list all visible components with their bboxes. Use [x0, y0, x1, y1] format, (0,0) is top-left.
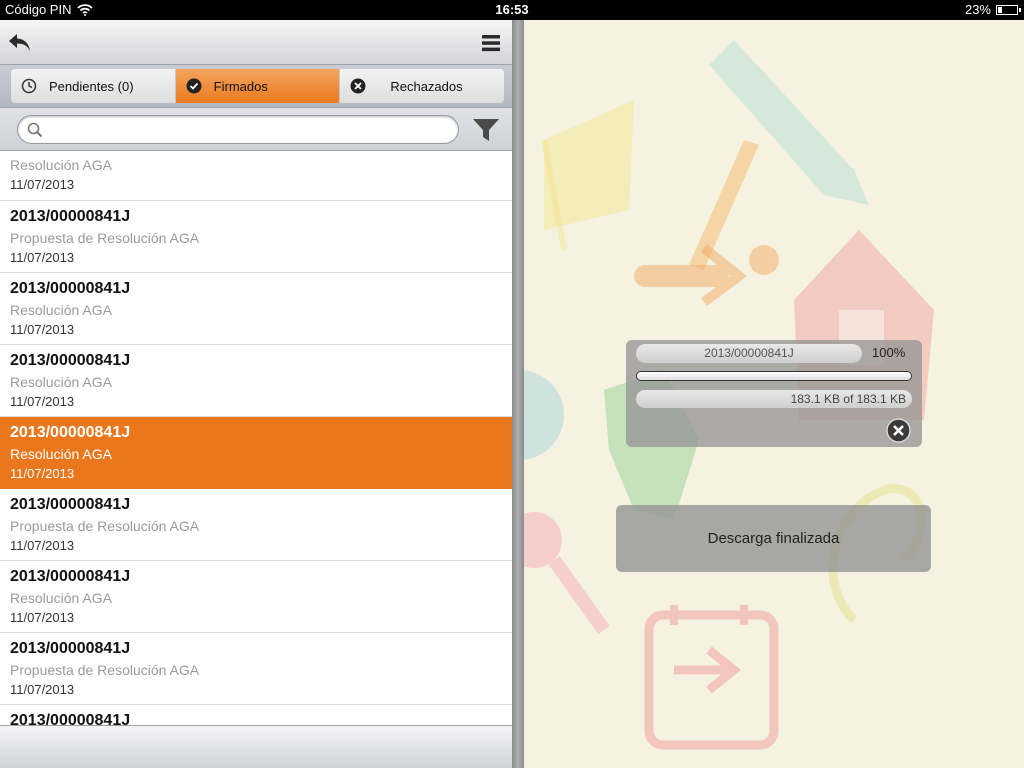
- document-date: 11/07/2013: [10, 466, 75, 481]
- document-title: 2013/00000841J: [10, 424, 131, 441]
- download-progress-fill: [637, 372, 911, 380]
- bottom-toolbar: [0, 725, 512, 768]
- battery-fill: [998, 6, 1003, 13]
- document-title: 2013/00000841J: [10, 712, 131, 725]
- document-date: 11/07/2013: [10, 682, 75, 697]
- document-type: Resolución AGA: [10, 302, 112, 318]
- search-icon: [27, 122, 43, 138]
- split-divider: [512, 20, 524, 768]
- tab-rechazados-label: Rechazados: [390, 78, 463, 94]
- filter-icon: [473, 119, 499, 141]
- battery-status: 23%: [964, 2, 1021, 17]
- download-progress-bar: [636, 371, 912, 381]
- document-type: Resolución AGA: [10, 157, 112, 173]
- menu-button[interactable]: [476, 28, 506, 58]
- document-title: 2013/00000841J: [10, 280, 131, 297]
- document-title: 2013/00000841J: [10, 496, 131, 513]
- tab-firmados[interactable]: Firmados: [174, 69, 340, 103]
- document-list-item[interactable]: 2013/00000841J Propuesta de Resolución AG…: [0, 201, 512, 273]
- document-title: 2013/00000841J: [10, 208, 131, 225]
- document-date: 11/07/2013: [10, 538, 75, 553]
- document-list-item[interactable]: 2013/00000841J Resolución AGA 11/07/2013: [0, 561, 512, 633]
- toast-message: Descarga finalizada: [707, 530, 840, 547]
- document-type: Propuesta de Resolución AGA: [10, 230, 200, 246]
- status-time: 16:53: [495, 2, 529, 17]
- document-date: 11/07/2013: [10, 322, 75, 337]
- document-list-item[interactable]: 2013/00000841J: [0, 705, 512, 725]
- check-circle-icon: [186, 78, 202, 94]
- download-close-button[interactable]: [886, 418, 911, 443]
- document-type: Propuesta de Resolución AGA: [10, 662, 200, 678]
- status-segment-bar: Pendientes (0) Firmados Rechazados: [0, 65, 512, 108]
- document-title: 2013/00000841J: [10, 640, 131, 657]
- document-list-item[interactable]: 2013/00000841J Resolución AGA 11/07/2013: [0, 417, 512, 489]
- download-size: 183.1 KB of 183.1 KB: [636, 390, 912, 408]
- tab-rechazados[interactable]: Rechazados: [339, 69, 504, 103]
- document-date: 11/07/2013: [10, 610, 75, 625]
- document-date: 11/07/2013: [10, 250, 75, 265]
- status-tabs: Pendientes (0) Firmados Rechazados: [11, 69, 504, 103]
- status-bar: Código PIN 16:53 23%: [0, 0, 1024, 20]
- document-type: Resolución AGA: [10, 374, 112, 390]
- download-complete-toast: Descarga finalizada: [616, 505, 931, 572]
- battery-percent: 23%: [964, 2, 991, 17]
- download-file-name: 2013/00000841J: [636, 344, 862, 363]
- clock-icon: [21, 78, 37, 94]
- document-type: Propuesta de Resolución AGA: [10, 518, 200, 534]
- document-list-item[interactable]: 2013/00000841J Resolución AGA 11/07/2013: [0, 273, 512, 345]
- document-list-item[interactable]: 2013/00000841J Propuesta de Resolución AG…: [0, 633, 512, 705]
- back-button[interactable]: [5, 28, 35, 58]
- download-progress-panel: 2013/00000841J 100% 183.1 KB of 183.1 KB: [626, 340, 922, 447]
- document-title: 2013/00000841J: [10, 352, 131, 369]
- x-circle-icon: [350, 78, 366, 94]
- search-bar: [0, 108, 512, 151]
- search-field[interactable]: [17, 115, 459, 144]
- detail-pane: 2013/00000841J 100% 183.1 KB of 183.1 KB…: [524, 20, 1024, 768]
- hamburger-menu-icon: [482, 35, 500, 52]
- document-list-pane: Pendientes (0) Firmados Rechazados Resol…: [0, 20, 512, 768]
- document-list-item[interactable]: 2013/00000841J Resolución AGA 11/07/2013: [0, 345, 512, 417]
- document-type: Resolución AGA: [10, 590, 112, 606]
- tab-pendientes[interactable]: Pendientes (0): [11, 69, 175, 103]
- tab-firmados-label: Firmados: [213, 78, 268, 94]
- document-type: Resolución AGA: [10, 446, 112, 462]
- document-date: 11/07/2013: [10, 177, 75, 192]
- document-date: 11/07/2013: [10, 394, 75, 409]
- document-title: 2013/00000841J: [10, 568, 131, 585]
- filter-button[interactable]: [472, 117, 500, 143]
- battery-icon: [996, 4, 1021, 15]
- search-input[interactable]: [50, 119, 450, 140]
- close-circle-icon: [886, 418, 911, 443]
- top-toolbar: [0, 20, 512, 65]
- document-list: Resolución AGA 11/07/2013 2013/00000841J Pr…: [0, 151, 512, 725]
- document-list-item[interactable]: Resolución AGA 11/07/2013: [0, 151, 512, 201]
- back-arrow-icon: [9, 34, 30, 51]
- download-percent: 100%: [872, 345, 906, 360]
- document-list-item[interactable]: 2013/00000841J Propuesta de Resolución AG…: [0, 489, 512, 561]
- tab-pendientes-label: Pendientes (0): [49, 78, 134, 94]
